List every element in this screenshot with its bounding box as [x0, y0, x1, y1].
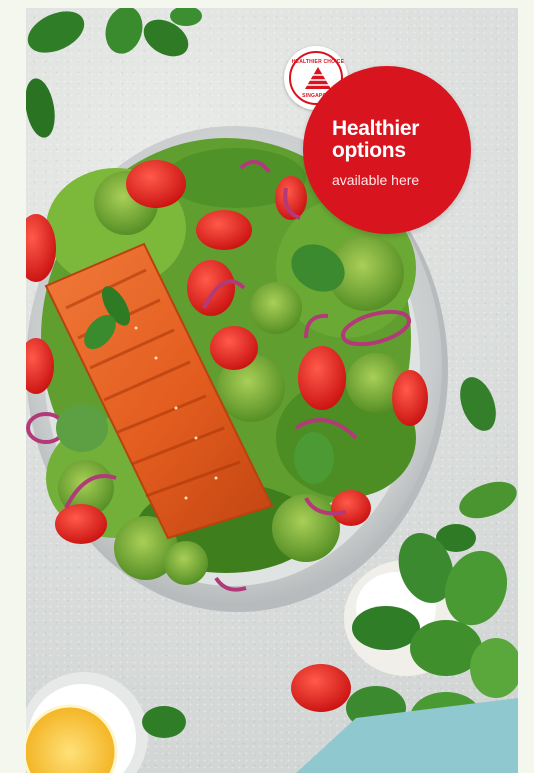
basil-leaves-right [436, 377, 517, 552]
badge-title: Healthier options [332, 118, 419, 162]
badge-subtitle: available here [332, 172, 420, 188]
badge-title-line1: Healthier [332, 117, 420, 140]
loose-tomato [291, 664, 351, 712]
basil-leaves-top [26, 8, 202, 138]
healthier-options-badge: Healthier options available here [303, 66, 471, 234]
lemon-bowl [26, 672, 148, 773]
basil-leaf-bottom [142, 706, 186, 738]
badge-title-line2: options [332, 139, 406, 162]
promo-card: HEALTHIER CHOICE SINGAPORE Healthier opt… [26, 8, 518, 773]
